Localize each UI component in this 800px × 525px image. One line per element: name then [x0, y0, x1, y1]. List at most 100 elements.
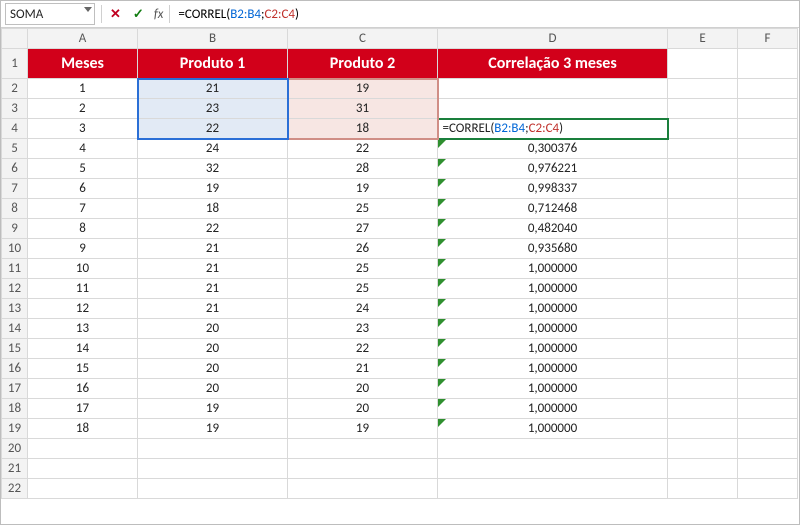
cell[interactable]: [668, 239, 738, 259]
cell[interactable]: 22: [138, 219, 288, 239]
cell[interactable]: 1,000000: [438, 379, 668, 399]
cell[interactable]: [438, 99, 668, 119]
cell[interactable]: 1,000000: [438, 359, 668, 379]
cell[interactable]: 18: [28, 419, 138, 439]
row-header[interactable]: 6: [2, 159, 28, 179]
enter-icon[interactable]: ✓: [127, 7, 150, 22]
cell[interactable]: [738, 119, 798, 139]
cell[interactable]: [668, 439, 738, 459]
cell[interactable]: 20: [138, 319, 288, 339]
cell[interactable]: 11: [28, 279, 138, 299]
cell[interactable]: 20: [138, 359, 288, 379]
row-header[interactable]: 22: [2, 479, 28, 499]
cell[interactable]: 21: [138, 239, 288, 259]
cell[interactable]: [668, 99, 738, 119]
chevron-down-icon[interactable]: [84, 7, 92, 12]
cell[interactable]: 21: [138, 79, 288, 99]
cell[interactable]: 18: [288, 119, 438, 139]
row-header[interactable]: 16: [2, 359, 28, 379]
cell[interactable]: [288, 479, 438, 499]
cell[interactable]: [738, 49, 798, 79]
header-cell-C[interactable]: Produto 2: [288, 49, 438, 79]
cell[interactable]: 21: [288, 359, 438, 379]
row-header[interactable]: 18: [2, 399, 28, 419]
cell[interactable]: [738, 259, 798, 279]
cell[interactable]: [738, 199, 798, 219]
fx-icon[interactable]: fx: [150, 7, 168, 22]
row-header[interactable]: 9: [2, 219, 28, 239]
row-header[interactable]: 8: [2, 199, 28, 219]
cell[interactable]: 1,000000: [438, 399, 668, 419]
cell[interactable]: [438, 79, 668, 99]
spreadsheet-grid[interactable]: A B C D E F 1MesesProduto 1Produto 2Corr…: [1, 28, 799, 524]
cell[interactable]: 0,935680: [438, 239, 668, 259]
cell[interactable]: 25: [288, 199, 438, 219]
cell[interactable]: 0,300376: [438, 139, 668, 159]
cell[interactable]: 10: [28, 259, 138, 279]
col-header-D[interactable]: D: [438, 29, 668, 49]
cell[interactable]: 20: [138, 339, 288, 359]
cell[interactable]: [668, 419, 738, 439]
cell[interactable]: [438, 439, 668, 459]
cell[interactable]: [738, 299, 798, 319]
cell[interactable]: 3: [28, 119, 138, 139]
cell[interactable]: 25: [288, 279, 438, 299]
row-header[interactable]: 14: [2, 319, 28, 339]
cell[interactable]: 1: [28, 79, 138, 99]
cell[interactable]: [668, 479, 738, 499]
header-cell-A[interactable]: Meses: [28, 49, 138, 79]
name-box[interactable]: SOMA: [5, 3, 95, 25]
cell[interactable]: [28, 479, 138, 499]
cell[interactable]: [28, 459, 138, 479]
row-header[interactable]: 13: [2, 299, 28, 319]
cell[interactable]: [138, 459, 288, 479]
cell[interactable]: [738, 419, 798, 439]
cell[interactable]: [668, 319, 738, 339]
cell[interactable]: 0,998337: [438, 179, 668, 199]
cell[interactable]: 17: [28, 399, 138, 419]
cell[interactable]: 1,000000: [438, 319, 668, 339]
cell[interactable]: 23: [288, 319, 438, 339]
cell[interactable]: [668, 49, 738, 79]
row-header[interactable]: 20: [2, 439, 28, 459]
header-cell-D[interactable]: Correlação 3 meses: [438, 49, 668, 79]
cell[interactable]: [668, 339, 738, 359]
cell[interactable]: 0,482040: [438, 219, 668, 239]
cell[interactable]: 24: [288, 299, 438, 319]
cell[interactable]: 19: [288, 79, 438, 99]
row-header[interactable]: 19: [2, 419, 28, 439]
row-header[interactable]: 21: [2, 459, 28, 479]
cell[interactable]: [738, 359, 798, 379]
cell[interactable]: [668, 139, 738, 159]
cell[interactable]: [288, 459, 438, 479]
header-cell-B[interactable]: Produto 1: [138, 49, 288, 79]
row-header[interactable]: 15: [2, 339, 28, 359]
cell[interactable]: 12: [28, 299, 138, 319]
cell[interactable]: 32: [138, 159, 288, 179]
cell[interactable]: [738, 219, 798, 239]
cell[interactable]: [668, 179, 738, 199]
cell[interactable]: [288, 439, 438, 459]
cell[interactable]: 13: [28, 319, 138, 339]
cell[interactable]: 22: [288, 339, 438, 359]
cell[interactable]: [668, 299, 738, 319]
cell[interactable]: 6: [28, 179, 138, 199]
cell[interactable]: [668, 219, 738, 239]
cell[interactable]: 19: [138, 399, 288, 419]
row-header[interactable]: 1: [2, 49, 28, 79]
cell[interactable]: 1,000000: [438, 259, 668, 279]
cell[interactable]: [668, 119, 738, 139]
cell[interactable]: =CORREL(B2:B4;C2:C4): [438, 119, 668, 139]
cell[interactable]: [438, 479, 668, 499]
cell[interactable]: [738, 79, 798, 99]
cell[interactable]: 0,712468: [438, 199, 668, 219]
cell[interactable]: 25: [288, 259, 438, 279]
cell[interactable]: 22: [138, 119, 288, 139]
row-header[interactable]: 3: [2, 99, 28, 119]
cell[interactable]: 22: [288, 139, 438, 159]
col-header-B[interactable]: B: [138, 29, 288, 49]
row-header[interactable]: 7: [2, 179, 28, 199]
cell[interactable]: [738, 339, 798, 359]
cell[interactable]: [668, 459, 738, 479]
cell[interactable]: 21: [138, 259, 288, 279]
